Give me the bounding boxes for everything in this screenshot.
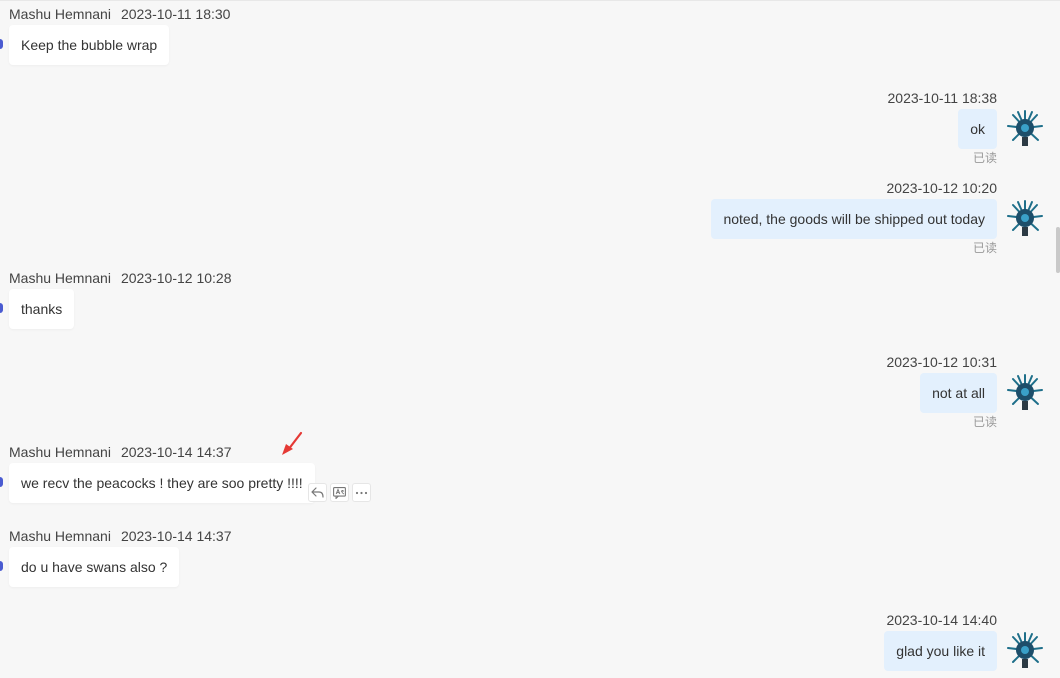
incoming-message-bubble[interactable]: do u have swans also ?	[9, 547, 180, 587]
sender-name: Mashu Hemnani	[9, 528, 111, 544]
message-time: 2023-10-11 18:38	[887, 90, 998, 106]
message-time: 2023-10-14 14:37	[120, 444, 232, 460]
sender-name: Mashu Hemnani	[9, 6, 111, 22]
scrollbar-thumb[interactable]	[1056, 227, 1060, 273]
outgoing-message-bubble[interactable]: glad you like it	[884, 631, 997, 671]
read-status: 已读	[972, 151, 997, 165]
outgoing-message-bubble[interactable]: ok	[958, 109, 997, 149]
red-arrow-icon	[282, 431, 303, 455]
message-time: 2023-10-14 14:37	[120, 528, 232, 544]
incoming-message-bubble[interactable]: we recv the peacocks ! they are soo pret…	[9, 463, 315, 503]
translate-button[interactable]	[330, 483, 349, 502]
message-actions	[308, 483, 371, 502]
avatar[interactable]	[1006, 109, 1044, 147]
message-time: 2023-10-12 10:28	[120, 270, 232, 286]
read-status: 已读	[972, 415, 997, 429]
message-time: 2023-10-11 18:30	[120, 6, 231, 22]
reply-button[interactable]	[308, 483, 327, 502]
avatar[interactable]	[1006, 631, 1044, 669]
incoming-marker	[0, 477, 3, 487]
incoming-message-bubble[interactable]: thanks	[9, 289, 75, 329]
outgoing-message-bubble[interactable]: noted, the goods will be shipped out tod…	[711, 199, 997, 239]
message-time: 2023-10-14 14:40	[886, 612, 997, 628]
message-meta: Mashu Hemnani 2023-10-14 14:37	[9, 527, 231, 545]
sender-name: Mashu Hemnani	[9, 444, 111, 460]
translate-icon	[333, 486, 346, 499]
incoming-message-bubble[interactable]: Keep the bubble wrap	[9, 25, 170, 65]
reply-icon	[311, 487, 324, 498]
outgoing-message-bubble[interactable]: not at all	[920, 373, 997, 413]
read-status: 已读	[972, 241, 997, 255]
message-meta: Mashu Hemnani 2023-10-14 14:37	[9, 443, 231, 461]
avatar[interactable]	[1006, 373, 1044, 411]
message-meta: Mashu Hemnani 2023-10-12 10:28	[9, 269, 231, 287]
message-time: 2023-10-12 10:20	[886, 180, 997, 196]
incoming-marker	[0, 303, 3, 313]
message-time: 2023-10-12 10:31	[886, 354, 997, 370]
message-meta: Mashu Hemnani 2023-10-11 18:30	[9, 5, 230, 23]
incoming-marker	[0, 39, 3, 49]
avatar[interactable]	[1006, 199, 1044, 237]
sender-name: Mashu Hemnani	[9, 270, 111, 286]
incoming-marker	[0, 561, 3, 571]
more-button[interactable]	[352, 483, 371, 502]
more-icon	[355, 491, 368, 494]
chat-message-list[interactable]: Mashu Hemnani 2023-10-11 18:30 Keep the b…	[0, 0, 1060, 678]
